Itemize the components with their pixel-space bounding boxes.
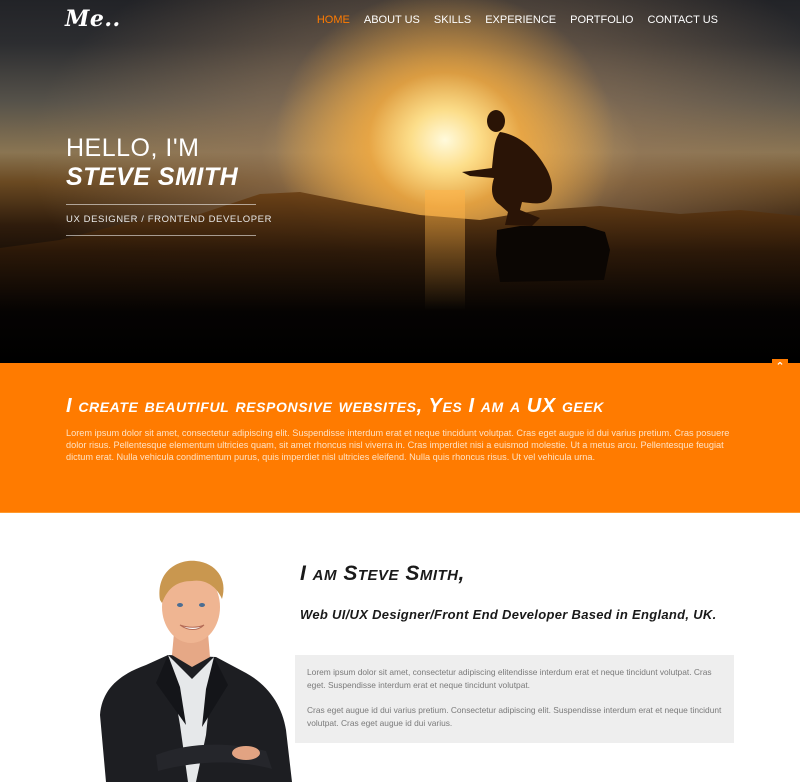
tagline-body: Lorem ipsum dolor sit amet, consectetur … <box>66 428 730 462</box>
portrait-image <box>100 560 292 782</box>
divider <box>66 235 256 236</box>
site-logo[interactable]: Me.. <box>65 6 121 32</box>
nav-portfolio[interactable]: PORTFOLIO <box>570 14 633 26</box>
tagline-section: ⌃ I create beautiful responsive websites… <box>0 359 800 513</box>
about-description-box: Lorem ipsum dolor sit amet, consectetur … <box>295 655 734 743</box>
about-title: I am Steve Smith, <box>300 562 465 585</box>
scroll-to-top-button[interactable]: ⌃ <box>772 359 788 375</box>
nav-about-us[interactable]: ABOUT US <box>364 14 420 26</box>
about-paragraph: Cras eget augue id dui varius pretium. C… <box>307 705 722 728</box>
nav-experience[interactable]: EXPERIENCE <box>485 14 556 26</box>
nav-skills[interactable]: SKILLS <box>434 14 471 26</box>
hero-section: Me.. HOME ABOUT US SKILLS EXPERIENCE POR… <box>0 0 800 363</box>
about-paragraph: Lorem ipsum dolor sit amet, consectetur … <box>307 667 712 690</box>
tagline-heading: I create beautiful responsive websites, … <box>66 395 605 417</box>
about-subtitle: Web UI/UX Designer/Front End Developer B… <box>300 607 717 622</box>
chevron-up-icon: ⌃ <box>775 360 785 373</box>
main-nav: HOME ABOUT US SKILLS EXPERIENCE PORTFOLI… <box>317 14 718 26</box>
hero-role: UX DESIGNER / FRONTEND DEVELOPER <box>66 214 273 225</box>
nav-contact-us[interactable]: CONTACT US <box>648 14 719 26</box>
nav-home[interactable]: HOME <box>317 14 350 26</box>
hero-intro: HELLO, I'M STEVE SMITH UX DESIGNER / FRO… <box>66 134 273 236</box>
hero-greeting: HELLO, I'M <box>66 134 200 162</box>
hero-name: STEVE SMITH <box>66 163 239 191</box>
